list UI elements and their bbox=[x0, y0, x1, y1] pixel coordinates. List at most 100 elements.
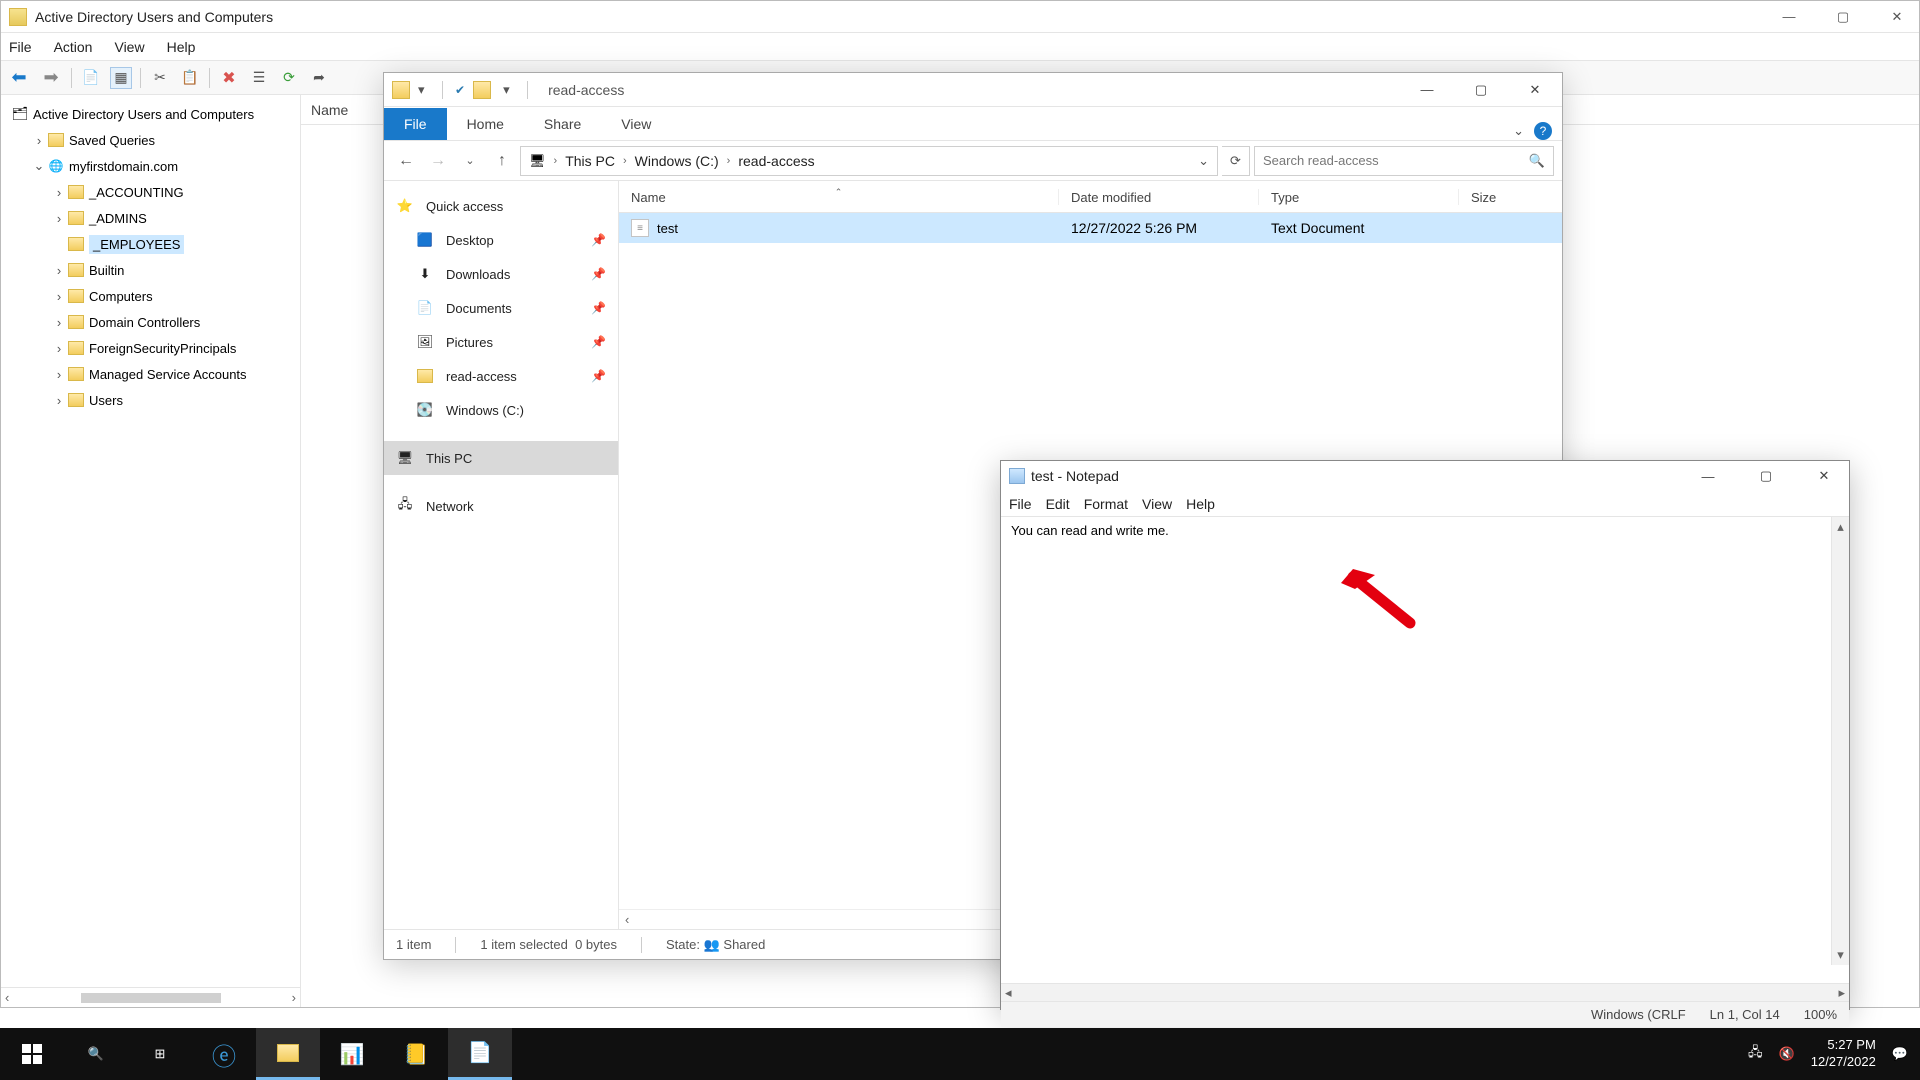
close-button[interactable]: ✕ bbox=[1508, 73, 1562, 107]
menu-view[interactable]: View bbox=[1142, 496, 1172, 512]
nav-item[interactable]: 🖥This PC bbox=[384, 441, 618, 475]
nav-item[interactable]: 🖼Pictures📌 bbox=[384, 325, 618, 359]
menu-file[interactable]: File bbox=[9, 39, 32, 55]
scroll-left-icon[interactable]: ‹ bbox=[625, 912, 629, 927]
forward-button[interactable]: → bbox=[424, 147, 452, 175]
tray-volume-icon[interactable]: 🔇 bbox=[1779, 1046, 1795, 1062]
scroll-left-icon[interactable]: ‹ bbox=[5, 990, 9, 1005]
refresh-button[interactable]: ⟳ bbox=[278, 67, 300, 89]
quick-access-dropdown-icon[interactable]: ▾ bbox=[418, 82, 430, 98]
file-row[interactable]: ≡test12/27/2022 5:26 PMText Document bbox=[619, 213, 1562, 243]
task-view-button[interactable]: ⊞ bbox=[128, 1028, 192, 1080]
tree-horizontal-scrollbar[interactable]: ‹ › bbox=[1, 987, 300, 1007]
chevron-down-icon[interactable]: ▾ bbox=[503, 82, 515, 98]
tree-item[interactable]: _EMPLOYEES bbox=[1, 231, 300, 257]
column-header-name[interactable]: ⌃ Name bbox=[619, 189, 1059, 205]
ribbon-collapse-icon[interactable]: ⌄ bbox=[1513, 123, 1524, 139]
menu-action[interactable]: Action bbox=[54, 39, 93, 55]
tree-item[interactable]: ›Computers bbox=[1, 283, 300, 309]
tree-item[interactable]: ›Domain Controllers bbox=[1, 309, 300, 335]
help-icon[interactable]: ? bbox=[1534, 122, 1552, 140]
close-button[interactable]: ✕ bbox=[1807, 462, 1841, 490]
forward-button[interactable]: ➡ bbox=[39, 67, 63, 89]
aduc-tree[interactable]: 🗂Active Directory Users and Computers›Sa… bbox=[1, 95, 300, 987]
start-button[interactable] bbox=[0, 1028, 64, 1080]
ribbon-tab-home[interactable]: Home bbox=[447, 108, 524, 140]
maximize-button[interactable]: ▢ bbox=[1454, 73, 1508, 107]
breadcrumb-item[interactable]: This PC bbox=[565, 153, 615, 169]
nav-item[interactable]: 💽Windows (C:) bbox=[384, 393, 618, 427]
column-name[interactable]: Name bbox=[311, 102, 348, 118]
notifications-button[interactable]: 💬 bbox=[1892, 1046, 1908, 1062]
tree-item[interactable]: ›Managed Service Accounts bbox=[1, 361, 300, 387]
search-button[interactable]: 🔍 bbox=[64, 1028, 128, 1080]
tree-item[interactable]: ›_ACCOUNTING bbox=[1, 179, 300, 205]
tree-expander-icon[interactable]: ⌄ bbox=[31, 158, 47, 174]
ribbon-tab-file[interactable]: File bbox=[384, 108, 447, 140]
ribbon-tab-view[interactable]: View bbox=[601, 108, 671, 140]
tree-expander-icon[interactable]: › bbox=[51, 393, 67, 408]
column-header-type[interactable]: Type bbox=[1259, 189, 1459, 205]
show-hide-button[interactable]: ▦ bbox=[110, 67, 132, 89]
taskbar-app-explorer[interactable] bbox=[256, 1028, 320, 1080]
tray-network-icon[interactable]: 🖧 bbox=[1748, 1043, 1763, 1065]
taskbar-app-sticky-notes[interactable]: 📒 bbox=[384, 1028, 448, 1080]
breadcrumb-item[interactable]: read-access bbox=[738, 153, 814, 169]
menu-file[interactable]: File bbox=[1009, 496, 1032, 512]
refresh-button[interactable]: ⟳ bbox=[1222, 146, 1250, 176]
tree-item[interactable]: ›Users bbox=[1, 387, 300, 413]
notepad-vertical-scrollbar[interactable]: ▴ ▾ bbox=[1831, 517, 1849, 965]
menu-help[interactable]: Help bbox=[167, 39, 196, 55]
tree-expander-icon[interactable]: › bbox=[51, 367, 67, 382]
close-button[interactable]: ✕ bbox=[1887, 7, 1907, 27]
menu-format[interactable]: Format bbox=[1084, 496, 1128, 512]
tree-root[interactable]: 🗂Active Directory Users and Computers bbox=[1, 101, 300, 127]
notepad-text-area[interactable]: You can read and write me. bbox=[1001, 517, 1849, 983]
up-button[interactable]: 📄 bbox=[80, 67, 102, 89]
copy-button[interactable]: 📋 bbox=[179, 67, 201, 89]
properties-button[interactable]: ☰ bbox=[248, 67, 270, 89]
minimize-button[interactable]: — bbox=[1779, 7, 1799, 27]
up-button[interactable]: ↑ bbox=[488, 147, 516, 175]
taskbar-app-server-manager[interactable]: 📊 bbox=[320, 1028, 384, 1080]
nav-item[interactable]: ⬇Downloads📌 bbox=[384, 257, 618, 291]
export-button[interactable]: ➦ bbox=[308, 67, 330, 89]
tree-expander-icon[interactable]: › bbox=[51, 185, 67, 200]
menu-view[interactable]: View bbox=[114, 39, 144, 55]
delete-button[interactable]: ✖ bbox=[218, 67, 240, 89]
taskbar-app-notepad[interactable]: 📄 bbox=[448, 1028, 512, 1080]
tree-item[interactable]: ›Builtin bbox=[1, 257, 300, 283]
minimize-button[interactable]: — bbox=[1400, 73, 1454, 107]
tree-expander-icon[interactable]: › bbox=[51, 341, 67, 356]
chevron-right-icon[interactable]: › bbox=[623, 155, 627, 167]
tree-item[interactable]: ⌄🌐myfirstdomain.com bbox=[1, 153, 300, 179]
scroll-right-icon[interactable]: › bbox=[292, 990, 296, 1005]
back-button[interactable]: ← bbox=[392, 147, 420, 175]
breadcrumb-bar[interactable]: 🖥 › This PC › Windows (C:) › read-access… bbox=[520, 146, 1218, 176]
cut-button[interactable]: ✂ bbox=[149, 67, 171, 89]
maximize-button[interactable]: ▢ bbox=[1749, 462, 1783, 490]
maximize-button[interactable]: ▢ bbox=[1833, 7, 1853, 27]
chevron-right-icon[interactable]: › bbox=[727, 155, 731, 167]
chevron-right-icon[interactable]: › bbox=[554, 155, 558, 167]
nav-item[interactable]: ⭐Quick access bbox=[384, 189, 618, 223]
tree-item[interactable]: ›Saved Queries bbox=[1, 127, 300, 153]
minimize-button[interactable]: — bbox=[1691, 462, 1725, 490]
breadcrumb-dropdown-icon[interactable]: ⌄ bbox=[1198, 153, 1209, 169]
menu-edit[interactable]: Edit bbox=[1046, 496, 1070, 512]
tree-expander-icon[interactable]: › bbox=[51, 211, 67, 226]
back-button[interactable]: ⬅ bbox=[7, 67, 31, 89]
recent-locations-dropdown[interactable]: ⌄ bbox=[456, 147, 484, 175]
taskbar-app-ie[interactable]: ⓔ bbox=[192, 1028, 256, 1080]
taskbar-clock[interactable]: 5:27 PM 12/27/2022 bbox=[1811, 1037, 1876, 1071]
scroll-down-icon[interactable]: ▾ bbox=[1837, 947, 1844, 963]
notepad-horizontal-scrollbar[interactable]: ◂ ▸ bbox=[1001, 983, 1849, 1001]
nav-item[interactable]: 📄Documents📌 bbox=[384, 291, 618, 325]
tree-item[interactable]: ›_ADMINS bbox=[1, 205, 300, 231]
tree-expander-icon[interactable]: › bbox=[51, 315, 67, 330]
breadcrumb-item[interactable]: Windows (C:) bbox=[635, 153, 719, 169]
scroll-up-icon[interactable]: ▴ bbox=[1837, 519, 1844, 535]
nav-item[interactable]: 🟦Desktop📌 bbox=[384, 223, 618, 257]
tree-expander-icon[interactable]: › bbox=[31, 133, 47, 148]
search-icon[interactable]: 🔍 bbox=[1529, 153, 1545, 169]
